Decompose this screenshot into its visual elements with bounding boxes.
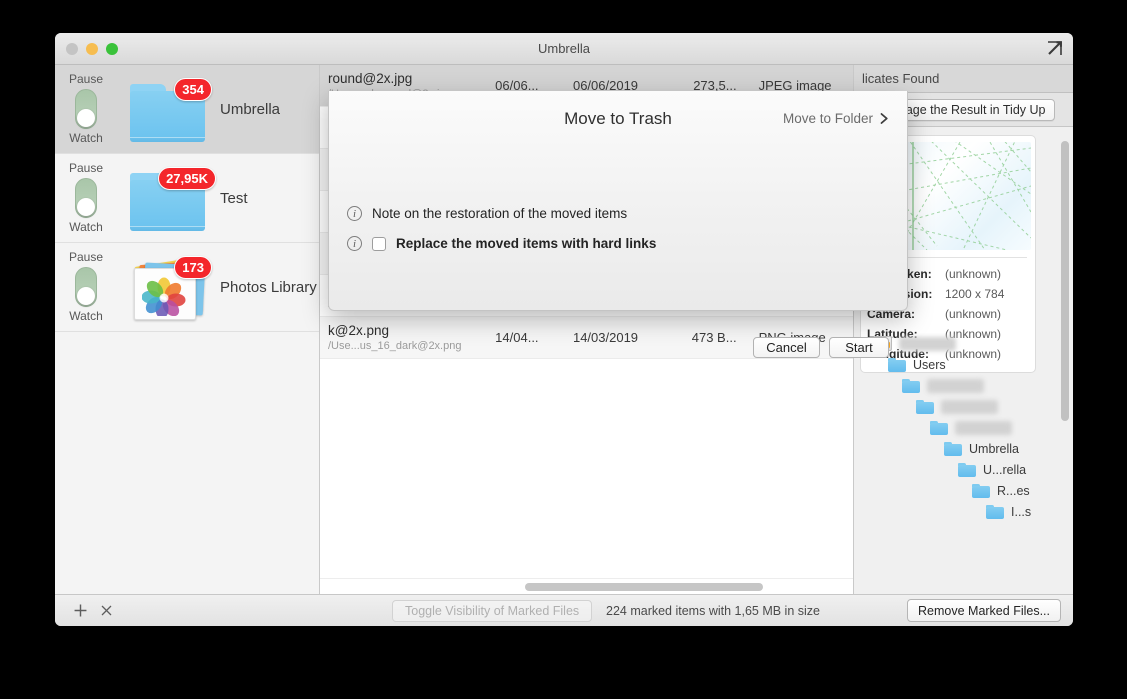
sidebar-item-label: Test: [220, 189, 248, 207]
toggle-switch[interactable]: [75, 89, 97, 129]
tree-item[interactable]: U...rella: [860, 459, 1056, 480]
watch-label: Watch: [69, 220, 103, 234]
window-title: Umbrella: [537, 41, 590, 56]
cancel-button[interactable]: Cancel: [753, 337, 820, 358]
horizontal-scrollbar-thumb[interactable]: [525, 583, 763, 591]
tree-item[interactable]: redacted: [860, 375, 1056, 396]
watch-label: Watch: [69, 131, 103, 145]
watch-toggle-umbrella[interactable]: Pause Watch: [55, 65, 117, 153]
start-button[interactable]: Start: [829, 337, 889, 358]
close-x-icon[interactable]: [93, 598, 119, 624]
watch-toggle-test[interactable]: Pause Watch: [55, 154, 117, 242]
plus-icon[interactable]: [67, 598, 93, 624]
folder-icon: [944, 441, 962, 456]
tree-item[interactable]: redacted: [860, 417, 1056, 438]
sidebar-item-test[interactable]: Pause Watch 27,95K Test: [55, 154, 319, 243]
status-badge: 27,95K: [158, 167, 216, 190]
note-option-label: Note on the restoration of the moved ite…: [372, 206, 628, 221]
move-to-folder-label: Move to Folder: [782, 111, 873, 126]
pause-label: Pause: [68, 250, 104, 264]
move-to-folder-button[interactable]: Move to Folder: [783, 111, 889, 126]
hardlinks-option-label: Replace the moved items with hard links: [396, 236, 657, 251]
tree-item-label: I...s: [1011, 504, 1032, 519]
sidebar-item-photos-library[interactable]: Pause Watch 173 Photos Library: [55, 243, 319, 332]
info-icon[interactable]: i: [347, 206, 362, 221]
toggle-knob: [77, 287, 95, 305]
folder-icon: [958, 462, 976, 477]
file-name: k@2x.png: [328, 322, 389, 338]
application-window: Umbrella Pause Watch 354 Umbrella Pause …: [55, 33, 1073, 626]
toggle-switch[interactable]: [75, 267, 97, 307]
pause-label: Pause: [68, 72, 104, 86]
tree-item-label: Users: [913, 357, 946, 372]
metadata-value: (unknown): [945, 267, 1002, 281]
expand-arrow-icon[interactable]: [1044, 39, 1064, 59]
file-name-cell: k@2x.png/Use...us_16_dark@2x.png: [328, 323, 482, 353]
toggle-knob: [77, 198, 95, 216]
hardlinks-checkbox[interactable]: [372, 236, 386, 251]
tree-item-label: U...rella: [983, 462, 1027, 477]
tree-item[interactable]: Users: [860, 354, 1056, 375]
source-icon-wrap: 354: [117, 78, 212, 142]
metadata-value: (unknown): [945, 307, 1002, 321]
metadata-value: 1200 x 784: [945, 287, 1005, 301]
source-icon-wrap: 173: [117, 256, 212, 320]
move-to-trash-dialog: Move to Trash Move to Folder i Note on t…: [328, 91, 908, 358]
tree-item[interactable]: I...s: [860, 501, 1056, 522]
file-size: 473 B...: [691, 330, 737, 345]
tree-item-label: redacted: [941, 399, 998, 414]
tree-item[interactable]: redacted: [860, 396, 1056, 417]
folder-icon: [986, 504, 1004, 519]
file-path: /Use...us_16_dark@2x.png: [328, 339, 462, 352]
status-badge: 173: [174, 256, 212, 279]
tree-item-label: Umbrella: [969, 441, 1020, 456]
tree-item[interactable]: redacted: [860, 333, 1056, 354]
folder-icon: [916, 399, 934, 414]
sidebar-item-umbrella[interactable]: Pause Watch 354 Umbrella: [55, 65, 319, 154]
pinwheel-icon: [142, 277, 186, 316]
sidebar-item-label: Photos Library: [220, 278, 317, 296]
note-option-row: i Note on the restoration of the moved i…: [347, 206, 627, 221]
tree-item-label: redacted: [927, 378, 984, 393]
folder-icon: [972, 483, 990, 498]
file-date-modified: 14/03/2019: [572, 330, 639, 345]
results-panel-header: licates Found: [854, 65, 1073, 93]
watch-label: Watch: [69, 309, 103, 323]
status-badge: 354: [174, 78, 212, 101]
tree-item-label: R...es: [997, 483, 1030, 498]
file-date-created: 14/04...: [495, 330, 539, 345]
toggle-knob: [77, 109, 95, 127]
folder-icon: [930, 420, 948, 435]
toggle-visibility-button: Toggle Visibility of Marked Files: [392, 599, 593, 622]
results-panel-scrollbar-thumb[interactable]: [1061, 141, 1069, 421]
chevron-right-icon: [880, 113, 888, 124]
info-icon[interactable]: i: [347, 236, 362, 251]
toggle-switch[interactable]: [75, 178, 97, 218]
watch-toggle-photos-library[interactable]: Pause Watch: [55, 243, 117, 331]
hardlinks-option-row: i Replace the moved items with hard link…: [347, 236, 656, 251]
window-titlebar: Umbrella: [55, 33, 1073, 65]
tree-item[interactable]: Umbrella: [860, 438, 1056, 459]
path-tree: redacted Users redacted redacted redacted Umb…: [860, 333, 1056, 533]
bottom-toolbar: Toggle Visibility of Marked Files 224 ma…: [55, 594, 1073, 626]
pause-label: Pause: [68, 161, 104, 175]
file-name: round@2x.jpg: [328, 70, 413, 86]
marked-items-status: 224 marked items with 1,65 MB in size: [606, 603, 820, 618]
source-icon-wrap: 27,95K: [117, 167, 216, 231]
remove-marked-files-button[interactable]: Remove Marked Files...: [907, 599, 1061, 622]
horizontal-scrollbar[interactable]: [320, 578, 853, 594]
sources-sidebar: Pause Watch 354 Umbrella Pause Watch 27,…: [55, 65, 320, 594]
folder-icon: [888, 357, 906, 372]
sidebar-item-label: Umbrella: [220, 100, 281, 118]
tree-item[interactable]: R...es: [860, 480, 1056, 501]
tree-item-label: redacted: [899, 336, 956, 351]
tree-item-label: redacted: [955, 420, 1012, 435]
folder-icon: [902, 378, 920, 393]
